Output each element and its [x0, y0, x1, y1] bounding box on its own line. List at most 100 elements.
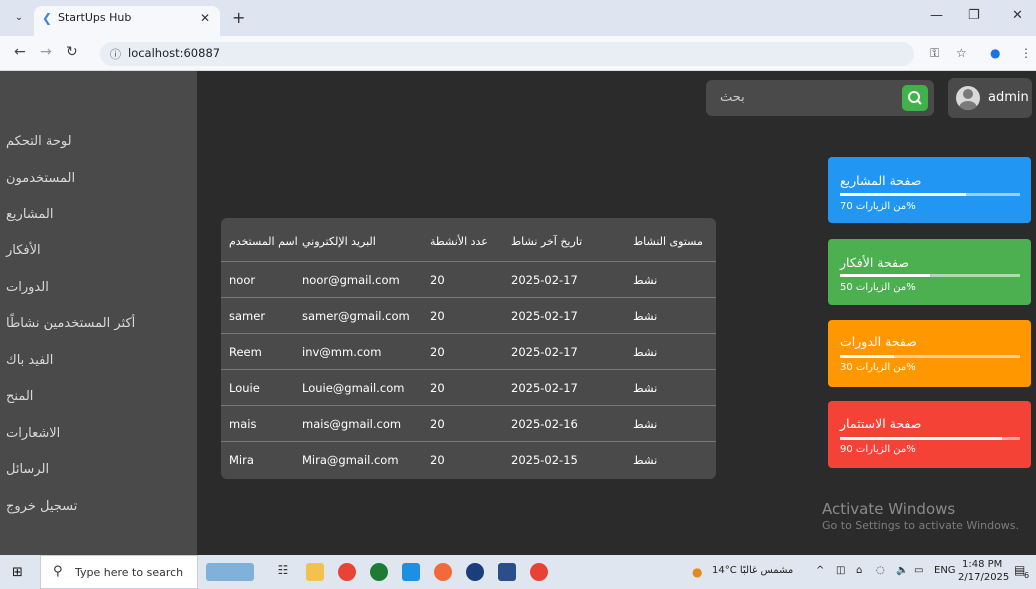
chrome-icon[interactable] [338, 563, 356, 581]
card-investment[interactable]: صفحة الاستثمار من الزيارات 90% [828, 401, 1031, 468]
cell-email: noor@gmail.com [302, 273, 400, 287]
cell-username: Reem [229, 345, 262, 359]
cell-activity-count: 20 [430, 453, 445, 467]
close-window-icon[interactable]: ✕ [1012, 8, 1023, 23]
sidebar-item-most-active-users[interactable]: أكثر المستخدمين نشاطًا [0, 316, 197, 331]
table-row: noor noor@gmail.com 20 2025-02-17 نشط [221, 262, 716, 298]
wifi-icon[interactable]: ◌ [876, 565, 885, 576]
card-courses[interactable]: صفحة الدورات من الزيارات 30% [828, 320, 1031, 387]
sidebar-item-courses[interactable]: الدورات [0, 280, 197, 295]
sidebar-item-notifications[interactable]: الاشعارات [0, 426, 197, 441]
cell-activity-count: 20 [430, 381, 445, 395]
cell-email: samer@gmail.com [302, 309, 410, 323]
search-input[interactable]: بحث [720, 90, 745, 105]
taskbar-search[interactable]: ⚲ Type here to search [40, 555, 198, 589]
cell-email: mais@gmail.com [302, 417, 402, 431]
site-info-icon[interactable]: ⓘ [110, 46, 121, 62]
weather-text[interactable]: 14°C مشمس غالبًا [712, 565, 793, 576]
progress-fill [840, 193, 966, 196]
cell-activity-level: نشط [633, 345, 658, 359]
restore-icon[interactable]: ❐ [968, 8, 980, 23]
cell-activity-count: 20 [430, 309, 445, 323]
search-icon: ⚲ [53, 564, 63, 579]
header-activity-count: عدد الأنشطة [430, 235, 488, 248]
table-row: Louie Louie@gmail.com 20 2025-02-17 نشط [221, 370, 716, 406]
language-indicator[interactable]: ENG [934, 565, 956, 576]
vscode-icon[interactable] [402, 563, 420, 581]
table-row: samer samer@gmail.com 20 2025-02-17 نشط [221, 298, 716, 334]
sidebar-item-ideas[interactable]: الأفكار [0, 243, 197, 258]
new-tab-icon[interactable]: + [232, 8, 245, 27]
taskbar-search-input[interactable]: Type here to search [75, 566, 183, 579]
bookmark-star-icon[interactable]: ☆ [956, 46, 967, 60]
search-icon [908, 91, 922, 105]
opera-icon[interactable] [530, 563, 548, 581]
task-view-icon[interactable]: ☷ [274, 563, 292, 581]
cell-username: samer [229, 309, 266, 323]
sidebar-item-users[interactable]: المستخدمون [0, 171, 197, 186]
cell-last-activity: 2025-02-17 [511, 273, 578, 287]
password-key-icon[interactable]: ⚿ [930, 46, 939, 61]
header-username: اسم المستخدم [229, 235, 298, 248]
volume-icon[interactable]: 🔈 [896, 565, 908, 576]
sidebar-item-grants[interactable]: المنح [0, 389, 197, 404]
card-projects[interactable]: صفحة المشاريع من الزيارات 70% [828, 157, 1031, 223]
sidebar-item-dashboard[interactable]: لوحة التحكم [0, 134, 197, 149]
cell-activity-level: نشط [633, 417, 658, 431]
cell-activity-count: 20 [430, 345, 445, 359]
user-menu[interactable]: admin [948, 78, 1032, 118]
sidebar-item-feedback[interactable]: الفيد باك [0, 353, 197, 368]
network-icon[interactable]: ⌂ [856, 565, 862, 576]
tab-search-icon[interactable]: ⌄ [12, 11, 26, 25]
search-box[interactable]: بحث [706, 80, 934, 116]
card-title: صفحة الاستثمار [840, 416, 922, 431]
active-users-table: اسم المستخدم البريد الإلكتروني عدد الأنش… [221, 218, 716, 479]
progress-fill [840, 437, 1002, 440]
clock-time[interactable]: 1:48 PM [962, 559, 1002, 570]
close-tab-icon[interactable]: ✕ [200, 6, 210, 30]
table-row: Reem inv@mm.com 20 2025-02-17 نشط [221, 334, 716, 370]
progress-fill [840, 355, 894, 358]
taskbar: ⊞ ⚲ Type here to search ☷ ● 14°C مشمس غا… [0, 555, 1036, 589]
app-green-icon[interactable] [370, 563, 388, 581]
browser-menu-icon[interactable]: ⋮ [1020, 46, 1032, 60]
card-subtitle: من الزيارات 90% [840, 444, 916, 455]
search-button[interactable] [902, 85, 928, 111]
sidebar-item-projects[interactable]: المشاريع [0, 207, 197, 222]
clock-date[interactable]: 2/17/2025 [958, 572, 1009, 583]
profile-icon[interactable]: ● [990, 46, 1000, 60]
cell-username: mais [229, 417, 257, 431]
header-activity-level: مستوى النشاط [633, 235, 703, 248]
cell-last-activity: 2025-02-15 [511, 453, 578, 467]
reload-icon[interactable]: ↻ [66, 44, 78, 60]
cell-email: Mira@gmail.com [302, 453, 399, 467]
minimize-icon[interactable]: — [930, 8, 943, 23]
postman-icon[interactable] [434, 563, 452, 581]
tray-app-icon[interactable]: ◫ [836, 565, 845, 576]
app-purple-icon[interactable] [498, 563, 516, 581]
header-email: البريد الإلكتروني [302, 235, 376, 248]
tray-chevron-icon[interactable]: ^ [816, 565, 824, 576]
cell-last-activity: 2025-02-17 [511, 309, 578, 323]
card-ideas[interactable]: صفحة الأفكار من الزيارات 50% [828, 239, 1031, 305]
user-name: admin [988, 90, 1029, 105]
forward-icon[interactable]: → [40, 44, 52, 60]
sidebar-item-messages[interactable]: الرسائل [0, 462, 197, 477]
browser-tab[interactable]: ❮ StartUps Hub ✕ [34, 6, 220, 36]
file-explorer-icon[interactable] [306, 563, 324, 581]
activate-windows-title: Activate Windows [822, 500, 956, 518]
url-text: localhost:60887 [128, 46, 221, 60]
widget-landscape-icon[interactable] [206, 563, 254, 581]
sidebar-item-logout[interactable]: تسجيل خروج [0, 499, 197, 514]
card-title: صفحة الأفكار [840, 255, 910, 270]
app-blue-icon[interactable] [466, 563, 484, 581]
card-subtitle: من الزيارات 50% [840, 282, 916, 293]
cell-email: Louie@gmail.com [302, 381, 405, 395]
flutter-icon: ❮ [42, 11, 53, 25]
keyboard-icon[interactable]: ▭ [914, 565, 923, 576]
windows-start-icon[interactable]: ⊞ [12, 565, 23, 580]
weather-icon: ● [692, 565, 703, 579]
url-field[interactable]: ⓘ localhost:60887 [100, 42, 914, 66]
header-last-activity: تاريخ آخر نشاط [511, 235, 583, 248]
back-icon[interactable]: ← [14, 44, 26, 60]
